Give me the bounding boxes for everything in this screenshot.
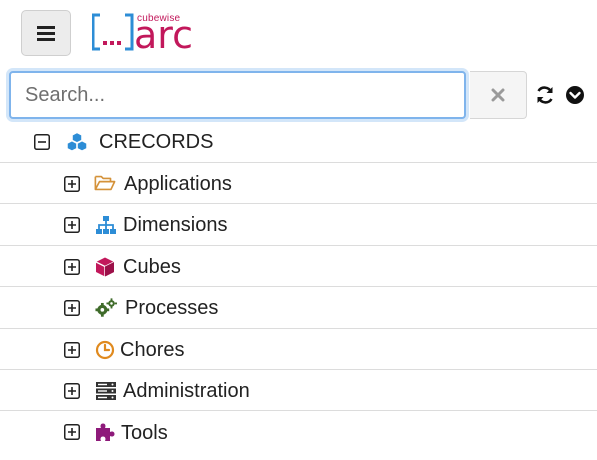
refresh-button[interactable] [534, 84, 556, 106]
tree-item-cubes[interactable]: Cubes [0, 245, 597, 286]
tree-root-label: CRECORDS [99, 131, 214, 153]
clock-icon [94, 339, 116, 361]
expand-icon[interactable] [64, 259, 80, 275]
search-input[interactable] [9, 71, 466, 119]
expand-icon[interactable] [64, 342, 80, 358]
tree-root-node[interactable]: CRECORDS [0, 120, 597, 162]
expand-icon[interactable] [64, 217, 80, 233]
refresh-icon [537, 86, 553, 104]
tree-item-applications[interactable]: Applications [0, 162, 597, 203]
tree-item-label: Cubes [123, 256, 181, 278]
tree-item-label: Administration [123, 380, 250, 402]
hamburger-icon [37, 26, 55, 41]
chevron-circle-down-icon [566, 86, 584, 104]
puzzle-icon [94, 421, 116, 443]
options-dropdown-button[interactable] [564, 84, 586, 106]
tree-item-label: Applications [124, 173, 232, 195]
tree-item-tools[interactable]: Tools [0, 410, 597, 452]
arc-logo: cubewise arc [91, 12, 212, 57]
tree-item-processes[interactable]: Processes [0, 286, 597, 327]
times-icon [491, 88, 505, 102]
cogs-icon [95, 297, 117, 319]
tree-item-administration[interactable]: Administration [0, 369, 597, 410]
tree-item-chores[interactable]: Chores [0, 328, 597, 369]
clear-search-button[interactable] [470, 71, 527, 119]
menu-button[interactable] [21, 10, 71, 56]
tree-item-label: Processes [125, 297, 219, 319]
cubes-icon [66, 131, 88, 153]
cube-icon [94, 256, 116, 278]
expand-icon[interactable] [64, 383, 80, 399]
collapse-icon[interactable] [34, 134, 50, 150]
expand-icon[interactable] [64, 176, 80, 192]
tree-item-dimensions[interactable]: Dimensions [0, 203, 597, 244]
tree-item-label: Chores [120, 339, 185, 361]
logo-main-text: arc [134, 13, 193, 57]
expand-icon[interactable] [64, 424, 80, 440]
server-icon [95, 380, 117, 402]
sitemap-icon [95, 214, 117, 236]
expand-icon[interactable] [64, 300, 80, 316]
folder-open-icon [94, 172, 116, 194]
tree-item-label: Tools [121, 422, 168, 444]
tree-item-label: Dimensions [123, 214, 228, 236]
